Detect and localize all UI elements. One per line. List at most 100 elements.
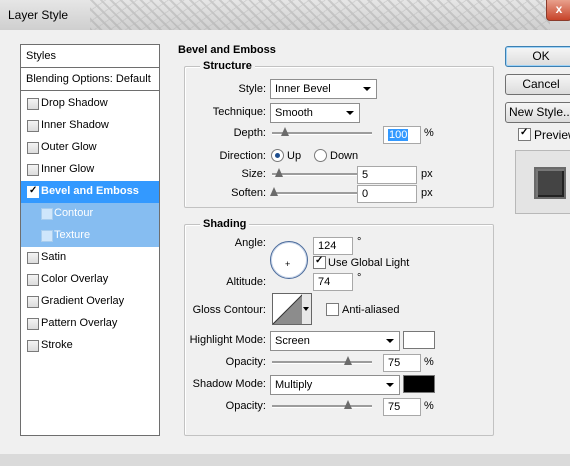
crosshair-icon: +	[285, 259, 291, 269]
style-checkbox[interactable]	[27, 120, 39, 132]
shadow-opacity-track[interactable]	[272, 405, 372, 408]
shadow-mode-dropdown[interactable]: Multiply	[270, 375, 400, 395]
shadow-opacity-input[interactable]: 75	[383, 398, 421, 416]
highlight-opacity-input[interactable]: 75	[383, 354, 421, 372]
shading-title: Shading	[200, 218, 250, 230]
close-button[interactable]: x	[546, 0, 570, 21]
styles-list: Styles Blending Options: Default Drop Sh…	[20, 44, 160, 436]
shadow-color-swatch[interactable]	[403, 375, 435, 393]
chevron-down-icon	[346, 111, 354, 115]
soften-input[interactable]: 0	[357, 185, 417, 203]
style-checkbox[interactable]	[27, 164, 39, 176]
style-item-stroke[interactable]: Stroke	[21, 335, 159, 357]
use-global-light-label: Use Global Light	[328, 257, 410, 269]
size-slider-thumb[interactable]	[275, 168, 283, 177]
gloss-contour-label: Gloss Contour:	[192, 304, 266, 316]
style-item-contour[interactable]: Contour	[21, 203, 159, 225]
size-input-value: 5	[362, 169, 369, 181]
style-item-texture[interactable]: Texture	[21, 225, 159, 247]
highlight-opacity-thumb[interactable]	[344, 356, 352, 365]
style-item-pattern-overlay[interactable]: Pattern Overlay	[21, 313, 159, 335]
ok-button[interactable]: OK	[505, 46, 570, 67]
preview-thumbnail	[515, 150, 570, 214]
style-item-label: Inner Shadow	[41, 119, 109, 131]
highlight-mode-dropdown[interactable]: Screen	[270, 331, 400, 351]
style-checkbox[interactable]	[27, 274, 39, 286]
style-item-label: Inner Glow	[41, 163, 95, 175]
style-checkbox[interactable]: ✓	[27, 185, 39, 198]
use-global-light-checkbox[interactable]: ✓	[313, 255, 326, 269]
style-checkbox[interactable]	[27, 318, 39, 330]
style-label: Style:	[238, 83, 266, 95]
altitude-input[interactable]: 74	[313, 273, 353, 291]
style-checkbox[interactable]	[27, 296, 39, 308]
style-checkbox[interactable]	[41, 208, 53, 220]
shadow-mode-label: Shadow Mode:	[192, 378, 266, 390]
angle-input[interactable]: 124	[313, 237, 353, 255]
style-item-gradient-overlay[interactable]: Gradient Overlay	[21, 291, 159, 313]
style-checkbox[interactable]	[27, 340, 39, 352]
direction-up-radio[interactable]	[271, 149, 284, 162]
structure-title: Structure	[200, 60, 255, 72]
angle-wheel[interactable]: +	[270, 241, 308, 279]
angle-input-value: 124	[318, 240, 337, 252]
highlight-opacity-track[interactable]	[272, 361, 372, 364]
style-item-color-overlay[interactable]: Color Overlay	[21, 269, 159, 291]
contour-curve-icon	[273, 294, 303, 324]
highlight-color-swatch[interactable]	[403, 331, 435, 349]
chevron-down-icon	[386, 383, 394, 387]
size-input[interactable]: 5	[357, 166, 417, 184]
style-item-satin[interactable]: Satin	[21, 247, 159, 269]
chevron-down-icon	[386, 339, 394, 343]
style-dropdown[interactable]: Inner Bevel	[270, 79, 377, 99]
technique-label: Technique:	[212, 106, 266, 118]
direction-down-label: Down	[330, 150, 359, 162]
new-style-button[interactable]: New Style...	[505, 102, 570, 123]
gloss-contour-dropdown[interactable]	[302, 293, 312, 325]
technique-dropdown[interactable]: Smooth	[270, 103, 360, 123]
chevron-down-icon	[303, 307, 309, 311]
altitude-label: Altitude:	[226, 276, 266, 288]
preview-checkbox[interactable]: ✓	[518, 127, 531, 141]
style-item-inner-glow[interactable]: Inner Glow	[21, 159, 159, 181]
depth-slider-thumb[interactable]	[281, 127, 289, 136]
style-checkbox[interactable]	[27, 98, 39, 110]
soften-label: Soften:	[231, 187, 266, 199]
bevel-section-title: Bevel and Emboss	[178, 44, 276, 56]
checkmark-icon: ✓	[520, 127, 529, 138]
shadow-opacity-thumb[interactable]	[344, 400, 352, 409]
size-label: Size:	[241, 168, 266, 180]
style-item-outer-glow[interactable]: Outer Glow	[21, 137, 159, 159]
direction-down-radio[interactable]	[314, 149, 327, 162]
checkmark-icon: ✓	[29, 185, 38, 196]
style-item-label: Stroke	[41, 339, 73, 351]
style-item-label: Color Overlay	[41, 273, 109, 285]
style-item-bevel-and-emboss[interactable]: ✓ Bevel and Emboss	[21, 181, 159, 203]
gloss-contour-swatch[interactable]	[272, 293, 304, 325]
direction-up-label: Up	[287, 150, 302, 162]
style-item-label: Satin	[41, 251, 67, 263]
angle-label: Angle:	[234, 237, 266, 249]
background-strip	[0, 454, 570, 466]
cancel-button[interactable]: Cancel	[505, 74, 570, 95]
soften-slider-thumb[interactable]	[270, 187, 278, 196]
style-item-label: Contour	[54, 207, 94, 219]
style-item-drop-shadow[interactable]: Drop Shadow	[21, 93, 159, 115]
styles-header[interactable]: Styles	[21, 45, 159, 68]
highlight-opacity-value: 75	[388, 357, 401, 369]
style-checkbox[interactable]	[27, 252, 39, 264]
blending-options-item[interactable]: Blending Options: Default	[21, 68, 159, 91]
style-checkbox[interactable]	[27, 142, 39, 154]
anti-aliased-checkbox[interactable]	[326, 303, 339, 316]
altitude-unit: °	[357, 272, 362, 284]
depth-label: Depth:	[233, 127, 266, 139]
depth-input[interactable]: 100	[383, 126, 421, 144]
shadow-opacity-value: 75	[388, 401, 401, 413]
angle-unit: °	[357, 236, 362, 248]
style-item-inner-shadow[interactable]: Inner Shadow	[21, 115, 159, 137]
style-checkbox[interactable]	[41, 230, 53, 242]
window-title: Layer Style	[8, 8, 69, 22]
shadow-mode-value: Multiply	[275, 379, 313, 391]
anti-aliased-label: Anti-aliased	[342, 304, 400, 316]
preview-label: Preview	[534, 128, 570, 142]
